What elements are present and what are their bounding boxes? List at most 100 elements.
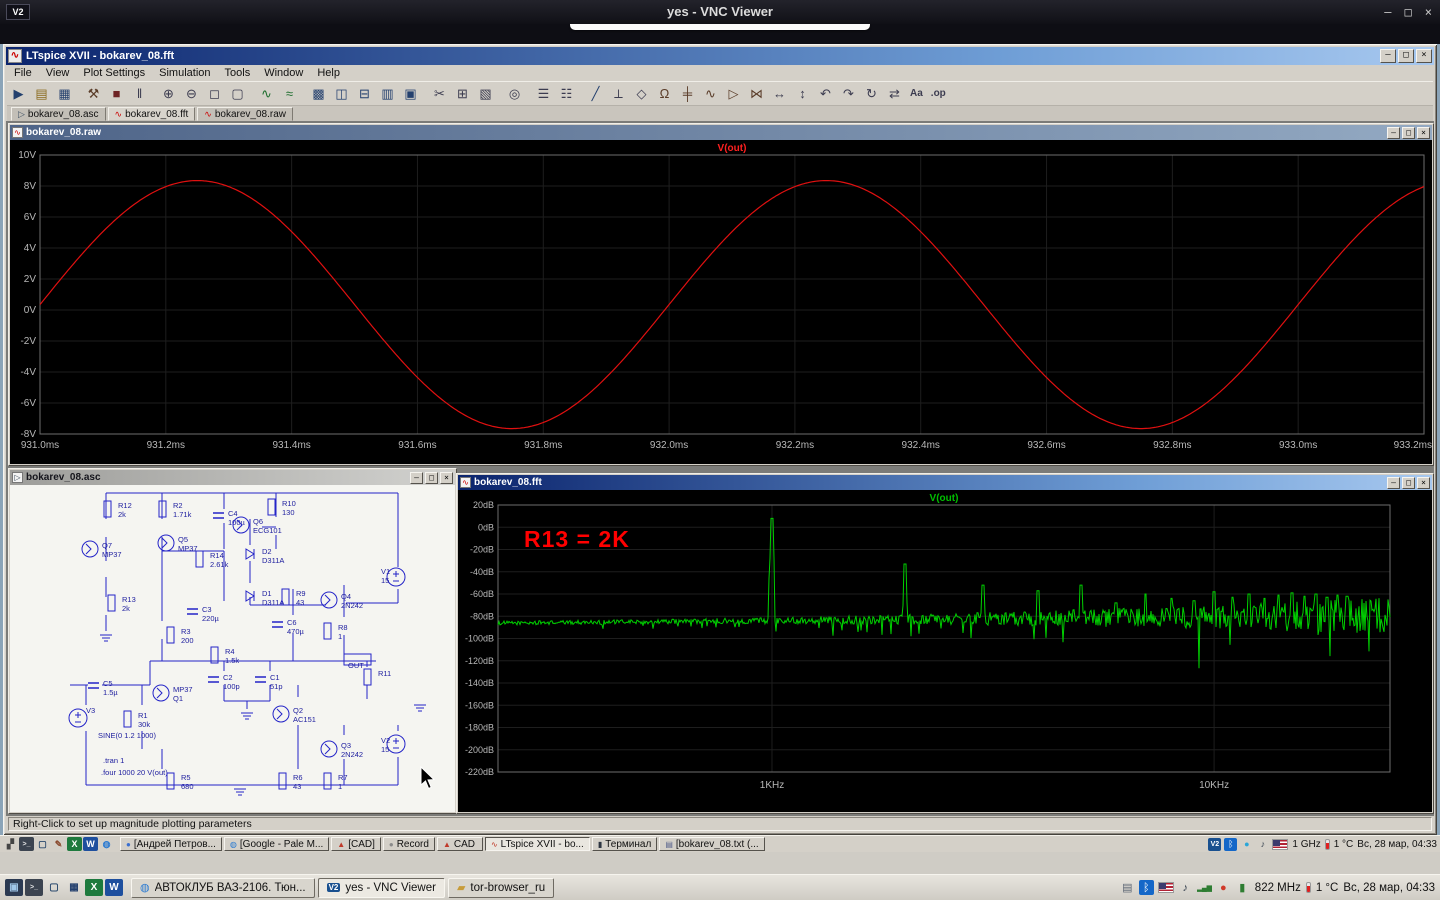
battery-icon[interactable]: ▮	[1235, 880, 1250, 895]
wire-icon[interactable]: ╱	[584, 84, 607, 104]
redo-icon[interactable]: ↷	[837, 84, 860, 104]
resistor-icon[interactable]: Ω	[653, 84, 676, 104]
rotate-icon[interactable]: ↻	[860, 84, 883, 104]
zoom-area-icon[interactable]: ◻	[203, 84, 226, 104]
word-icon[interactable]: W	[105, 879, 123, 896]
drag-icon[interactable]: ↕	[791, 84, 814, 104]
print-icon[interactable]: ☰	[532, 84, 555, 104]
spice-directive-icon[interactable]: .op	[927, 84, 950, 104]
cascade-windows-icon[interactable]: ▩	[307, 84, 330, 104]
notification-icon[interactable]: ●	[1216, 880, 1231, 895]
vnc-titlebar[interactable]: yes - VNC Viewer V2 –□×	[0, 0, 1440, 24]
volume-icon[interactable]: ♪	[1178, 880, 1193, 895]
task-browser[interactable]: ◍[Google - Pale M...	[224, 837, 329, 851]
display-icon[interactable]: ▢	[45, 879, 63, 896]
task-text-editor[interactable]: ▤[bokarev_08.txt (...	[659, 837, 764, 851]
paste-icon[interactable]: ▧	[474, 84, 497, 104]
minimize-button[interactable]: –	[1384, 7, 1391, 18]
bluetooth-icon[interactable]: ᛒ	[1139, 880, 1154, 895]
schematic-window-titlebar[interactable]: ▷ bokarev_08.asc –□×	[10, 470, 455, 485]
inductor-icon[interactable]: ∿	[699, 84, 722, 104]
undo-icon[interactable]: ↶	[814, 84, 837, 104]
menu-file[interactable]: File	[7, 66, 39, 80]
launcher-word-icon[interactable]: W	[83, 837, 98, 851]
pause-icon[interactable]: ‖	[128, 84, 151, 104]
clipboard-icon[interactable]: ▤	[1120, 880, 1135, 895]
launcher-editor-icon[interactable]: ✎	[51, 837, 66, 851]
copy-icon[interactable]: ⊞	[451, 84, 474, 104]
minimize-button[interactable]: –	[1380, 49, 1396, 63]
menu-window[interactable]: Window	[257, 66, 310, 80]
launcher-app-icon[interactable]: ▞	[3, 837, 18, 851]
minimize-button[interactable]: –	[1387, 477, 1400, 489]
vnc-tray-icon[interactable]: V2	[1208, 838, 1221, 851]
run-icon[interactable]: ▶	[7, 84, 30, 104]
us-flag-icon[interactable]	[1158, 882, 1174, 893]
maximize-button[interactable]: □	[1398, 49, 1414, 63]
task-vnc-viewer[interactable]: V2yes - VNC Viewer	[318, 878, 445, 898]
volume-icon[interactable]: ♪	[1256, 838, 1269, 851]
menu-tools[interactable]: Tools	[218, 66, 258, 80]
clock[interactable]: Вс, 28 мар, 04:33	[1357, 839, 1437, 850]
zoom-out-icon[interactable]: ⊖	[180, 84, 203, 104]
notification-icon[interactable]: ●	[1240, 838, 1253, 851]
transient-plot[interactable]: 10V8V6V4V2V0V-2V-4V-6V-8V931.0ms931.2ms9…	[10, 140, 1432, 464]
task-cad-2[interactable]: ▲CAD	[437, 837, 483, 851]
component-icon[interactable]: ⋈	[745, 84, 768, 104]
menu-icon[interactable]: ▣	[5, 879, 23, 896]
launcher-terminal-icon[interactable]: >_	[19, 837, 34, 851]
close-button[interactable]: ×	[1425, 7, 1432, 18]
schematic-canvas[interactable]: R122kR21.71kC4100µQ6ECG101R10130Q7MP37Q5…	[10, 485, 455, 812]
task-ltspice[interactable]: ∿LTspice XVII - bo...	[485, 837, 590, 851]
task-record[interactable]: ●Record	[383, 837, 435, 851]
autorange-icon[interactable]: ∿	[255, 84, 278, 104]
close-button[interactable]: ×	[1417, 477, 1430, 489]
close-button[interactable]: ×	[1416, 49, 1432, 63]
save-icon[interactable]: ▦	[53, 84, 76, 104]
fft-window-titlebar[interactable]: ∿ bokarev_08.fft –□×	[458, 475, 1432, 490]
halt-icon[interactable]: ■	[105, 84, 128, 104]
plot-settings-icon[interactable]: ≈	[278, 84, 301, 104]
capacitor-icon[interactable]: ╪	[676, 84, 699, 104]
find-icon[interactable]: ◎	[503, 84, 526, 104]
arrange-icons-icon[interactable]: ▥	[376, 84, 399, 104]
raw-window-titlebar[interactable]: ∿ bokarev_08.raw –□×	[10, 125, 1432, 140]
tab-bokarev-08-raw[interactable]: ∿bokarev_08.raw	[197, 107, 293, 121]
us-flag-icon[interactable]	[1272, 839, 1288, 850]
mirror-icon[interactable]: ⇄	[883, 84, 906, 104]
vnc-toolbar-peek[interactable]	[570, 24, 870, 30]
maximize-button[interactable]: □	[1405, 7, 1412, 18]
move-icon[interactable]: ↔	[768, 84, 791, 104]
minimize-button[interactable]: –	[410, 472, 423, 484]
task-terminal[interactable]: ▮Терминал	[592, 837, 657, 851]
save-session-icon[interactable]: ▦	[65, 879, 83, 896]
open-icon[interactable]: ▤	[30, 84, 53, 104]
zoom-in-icon[interactable]: ⊕	[157, 84, 180, 104]
ground-icon[interactable]: ⟂	[607, 84, 630, 104]
maximize-button[interactable]: □	[1402, 477, 1415, 489]
minimize-button[interactable]: –	[1387, 127, 1400, 139]
maximize-button[interactable]: □	[425, 472, 438, 484]
task-user-chat[interactable]: ●[Андрей Петров...	[120, 837, 222, 851]
excel-icon[interactable]: X	[85, 879, 103, 896]
menu-plot-settings[interactable]: Plot Settings	[76, 66, 152, 80]
tab-bokarev-08-fft[interactable]: ∿bokarev_08.fft	[108, 107, 196, 121]
control-panel-icon[interactable]: ⚒	[82, 84, 105, 104]
task-forum-autoclub[interactable]: ◍АВТОКЛУБ ВАЗ-2106. Тюн...	[131, 878, 315, 898]
close-button[interactable]: ×	[1417, 127, 1430, 139]
task-tor-browser[interactable]: ▰tor-browser_ru	[448, 878, 554, 898]
network-signal-icon[interactable]: ▂▄▆	[1197, 880, 1212, 895]
launcher-browser-icon[interactable]: ◍	[99, 837, 114, 851]
tile-vertical-icon[interactable]: ◫	[330, 84, 353, 104]
clock[interactable]: Вс, 28 мар, 04:33	[1343, 882, 1435, 894]
close-button[interactable]: ×	[440, 472, 453, 484]
label-net-icon[interactable]: ◇	[630, 84, 653, 104]
maximize-button[interactable]: □	[1402, 127, 1415, 139]
zoom-full-icon[interactable]: ▢	[226, 84, 249, 104]
tile-horizontal-icon[interactable]: ⊟	[353, 84, 376, 104]
launcher-display-icon[interactable]: ▢	[35, 837, 50, 851]
menu-view[interactable]: View	[39, 66, 77, 80]
close-window-icon[interactable]: ▣	[399, 84, 422, 104]
bluetooth-icon[interactable]: ᛒ	[1224, 838, 1237, 851]
ltspice-titlebar[interactable]: ∿ LTspice XVII - bokarev_08.fft –□×	[6, 47, 1434, 65]
